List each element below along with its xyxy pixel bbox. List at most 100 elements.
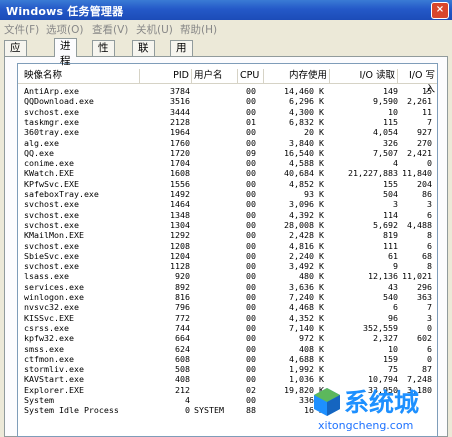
process-memory: 4,816 K bbox=[289, 240, 324, 251]
process-cpu: 00 bbox=[246, 333, 256, 344]
table-row[interactable]: KWatch.EXE 1608 00 40,684 K 21,227,883 11,840 bbox=[18, 168, 437, 178]
process-io-write: 7 bbox=[427, 116, 432, 127]
process-memory: 3,840 K bbox=[289, 137, 324, 148]
table-row[interactable]: winlogon.exe 816 00 7,240 K 540 363 bbox=[18, 292, 437, 302]
table-row[interactable]: svchost.exe 1128 00 3,492 K98 bbox=[18, 261, 437, 271]
process-name: svchost.exe bbox=[24, 261, 79, 272]
table-row[interactable]: nvsvc32.exe 796 00 4,468 K67 bbox=[18, 302, 437, 312]
tab-processes[interactable]: 进程 bbox=[54, 38, 77, 67]
process-name: stormliv.exe bbox=[24, 364, 84, 375]
process-pid: 2128 bbox=[170, 116, 190, 127]
process-cpu: 00 bbox=[246, 219, 256, 230]
process-memory: 2,240 K bbox=[289, 250, 324, 261]
table-row[interactable]: KPfwSvc.EXE 1556 00 4,852 K 155 204 bbox=[18, 179, 437, 189]
process-cpu: 88 bbox=[246, 405, 256, 416]
tab-performance[interactable]: 性能 bbox=[92, 40, 115, 69]
table-row[interactable]: safeboxTray.exe 1492 00 93 K 504 86 bbox=[18, 189, 437, 199]
process-name: taskmgr.exe bbox=[24, 116, 79, 127]
process-name: csrss.exe bbox=[24, 322, 69, 333]
process-name: lsass.exe bbox=[24, 271, 69, 282]
process-memory: 7,240 K bbox=[289, 292, 324, 302]
menu-help[interactable]: 帮助(H) bbox=[180, 22, 217, 37]
tab-applications[interactable]: 应用程序 bbox=[4, 40, 27, 99]
process-cpu: 00 bbox=[246, 96, 256, 107]
process-io-write: 86 bbox=[422, 189, 432, 199]
table-row[interactable]: svchost.exe 1464 00 3,096 K33 bbox=[18, 199, 437, 209]
table-row[interactable]: alg.exe 1760 00 3,840 K 326 270 bbox=[18, 138, 437, 148]
process-memory: 972 K bbox=[299, 333, 324, 344]
process-pid: 816 bbox=[175, 292, 190, 302]
process-pid: 1760 bbox=[170, 137, 190, 148]
process-io-write: 3 bbox=[427, 199, 432, 210]
process-memory: 1,992 K bbox=[289, 364, 324, 375]
process-pid: 508 bbox=[175, 364, 190, 375]
process-cpu: 00 bbox=[246, 353, 256, 364]
table-row[interactable]: conime.exe 1704 00 4,588 K40 bbox=[18, 158, 437, 168]
process-memory: 2,428 K bbox=[289, 230, 324, 241]
column-header-pid[interactable]: PID bbox=[140, 69, 192, 83]
table-row[interactable]: SbieSvc.exe 1204 00 2,240 K 61 68 bbox=[18, 251, 437, 261]
table-row[interactable]: 360tray.exe 1964 00 20 K 4,054 927 bbox=[18, 127, 437, 137]
table-row[interactable]: kpfw32.exe 664 00 972 K 2,327 602 bbox=[18, 333, 437, 343]
table-row[interactable]: lsass.exe 920 00 480 K 12,136 11,021 bbox=[18, 271, 437, 281]
column-header-io-write[interactable]: I/O 写入 bbox=[398, 69, 437, 95]
table-row[interactable]: csrss.exe 744 00 7,140 K 352,559 0 bbox=[18, 323, 437, 333]
process-cpu: 00 bbox=[246, 106, 256, 117]
process-io-write: 0 bbox=[427, 158, 432, 169]
menu-options[interactable]: 选项(O) bbox=[46, 22, 83, 37]
process-name: Explorer.EXE bbox=[24, 384, 84, 395]
table-row[interactable]: QQDownload.exe 3516 00 6,296 K 9,590 2,261 bbox=[18, 96, 437, 106]
process-cpu: 00 bbox=[246, 86, 256, 96]
table-row[interactable]: ctfmon.exe 608 00 4,688 K 159 0 bbox=[18, 354, 437, 364]
table-row[interactable]: services.exe 892 00 3,636 K 43 296 bbox=[18, 282, 437, 292]
process-name: QQDownload.exe bbox=[24, 96, 94, 107]
process-memory: 20 K bbox=[304, 127, 324, 138]
process-memory: 4,468 K bbox=[289, 302, 324, 313]
table-row[interactable]: svchost.exe 1348 00 4,392 K 114 6 bbox=[18, 210, 437, 220]
process-memory: 7,140 K bbox=[289, 322, 324, 333]
table-row[interactable]: AntiArp.exe 3784 00 14,460 K 149 15 bbox=[18, 86, 437, 96]
table-row[interactable]: svchost.exe 1208 00 4,816 K 111 6 bbox=[18, 241, 437, 251]
tab-networking[interactable]: 联网 bbox=[132, 40, 155, 69]
process-io-write: 6 bbox=[427, 240, 432, 251]
process-pid: 920 bbox=[175, 271, 190, 282]
process-pid: 1608 bbox=[170, 168, 190, 179]
column-header-user[interactable]: 用户名 bbox=[192, 69, 238, 83]
table-row[interactable]: svchost.exe 1304 00 28,008 K 5,692 4,488 bbox=[18, 220, 437, 230]
table-row[interactable]: stormliv.exe 508 00 1,992 K 75 87 bbox=[18, 364, 437, 374]
process-memory: 6,832 K bbox=[289, 116, 324, 127]
menu-bar: 文件(F) 选项(O) 查看(V) 关机(U) 帮助(H) bbox=[0, 20, 452, 37]
process-cpu: 00 bbox=[246, 127, 256, 138]
process-io-write: 204 bbox=[417, 178, 432, 189]
process-list[interactable]: 映像名称 PID 用户名 CPU 内存使用 I/O 读取 I/O 写入 Anti… bbox=[17, 63, 438, 437]
column-header-image-name[interactable]: 映像名称 bbox=[18, 69, 140, 83]
table-row[interactable]: QQ.exe 1720 09 16,540 K 7,507 2,421 bbox=[18, 148, 437, 158]
tab-users[interactable]: 用户 bbox=[170, 40, 193, 69]
process-pid: 1964 bbox=[170, 127, 190, 138]
close-button[interactable]: × bbox=[431, 2, 449, 19]
table-row[interactable]: svchost.exe 3444 00 4,300 K 10 11 bbox=[18, 107, 437, 117]
process-name: System Idle Process bbox=[24, 405, 119, 416]
process-cpu: 00 bbox=[246, 178, 256, 189]
process-cpu: 00 bbox=[246, 189, 256, 199]
process-io-write: 11 bbox=[422, 106, 432, 117]
menu-file[interactable]: 文件(F) bbox=[4, 22, 39, 37]
process-cpu: 00 bbox=[246, 281, 256, 292]
table-row[interactable]: taskmgr.exe 2128 01 6,832 K 115 7 bbox=[18, 117, 437, 127]
table-row[interactable]: KMailMon.EXE 1292 00 2,428 K 819 8 bbox=[18, 230, 437, 240]
menu-shutdown[interactable]: 关机(U) bbox=[136, 22, 173, 37]
column-header-memory[interactable]: 内存使用 bbox=[264, 69, 330, 83]
process-pid: 1556 bbox=[170, 178, 190, 189]
process-io-write: 8 bbox=[427, 261, 432, 272]
table-row[interactable]: KISSvc.EXE 772 00 4,352 K 96 3 bbox=[18, 313, 437, 323]
process-cpu: 00 bbox=[246, 240, 256, 251]
process-cpu: 09 bbox=[246, 147, 256, 158]
menu-view[interactable]: 查看(V) bbox=[92, 22, 128, 37]
process-cpu: 00 bbox=[246, 168, 256, 179]
process-pid: 212 bbox=[175, 384, 190, 395]
column-header-cpu[interactable]: CPU bbox=[238, 69, 264, 83]
process-io-write: 7 bbox=[427, 302, 432, 313]
process-name: 360tray.exe bbox=[24, 127, 79, 138]
table-row[interactable]: smss.exe 624 00 408 K 10 6 bbox=[18, 344, 437, 354]
column-header-io-read[interactable]: I/O 读取 bbox=[330, 69, 398, 83]
